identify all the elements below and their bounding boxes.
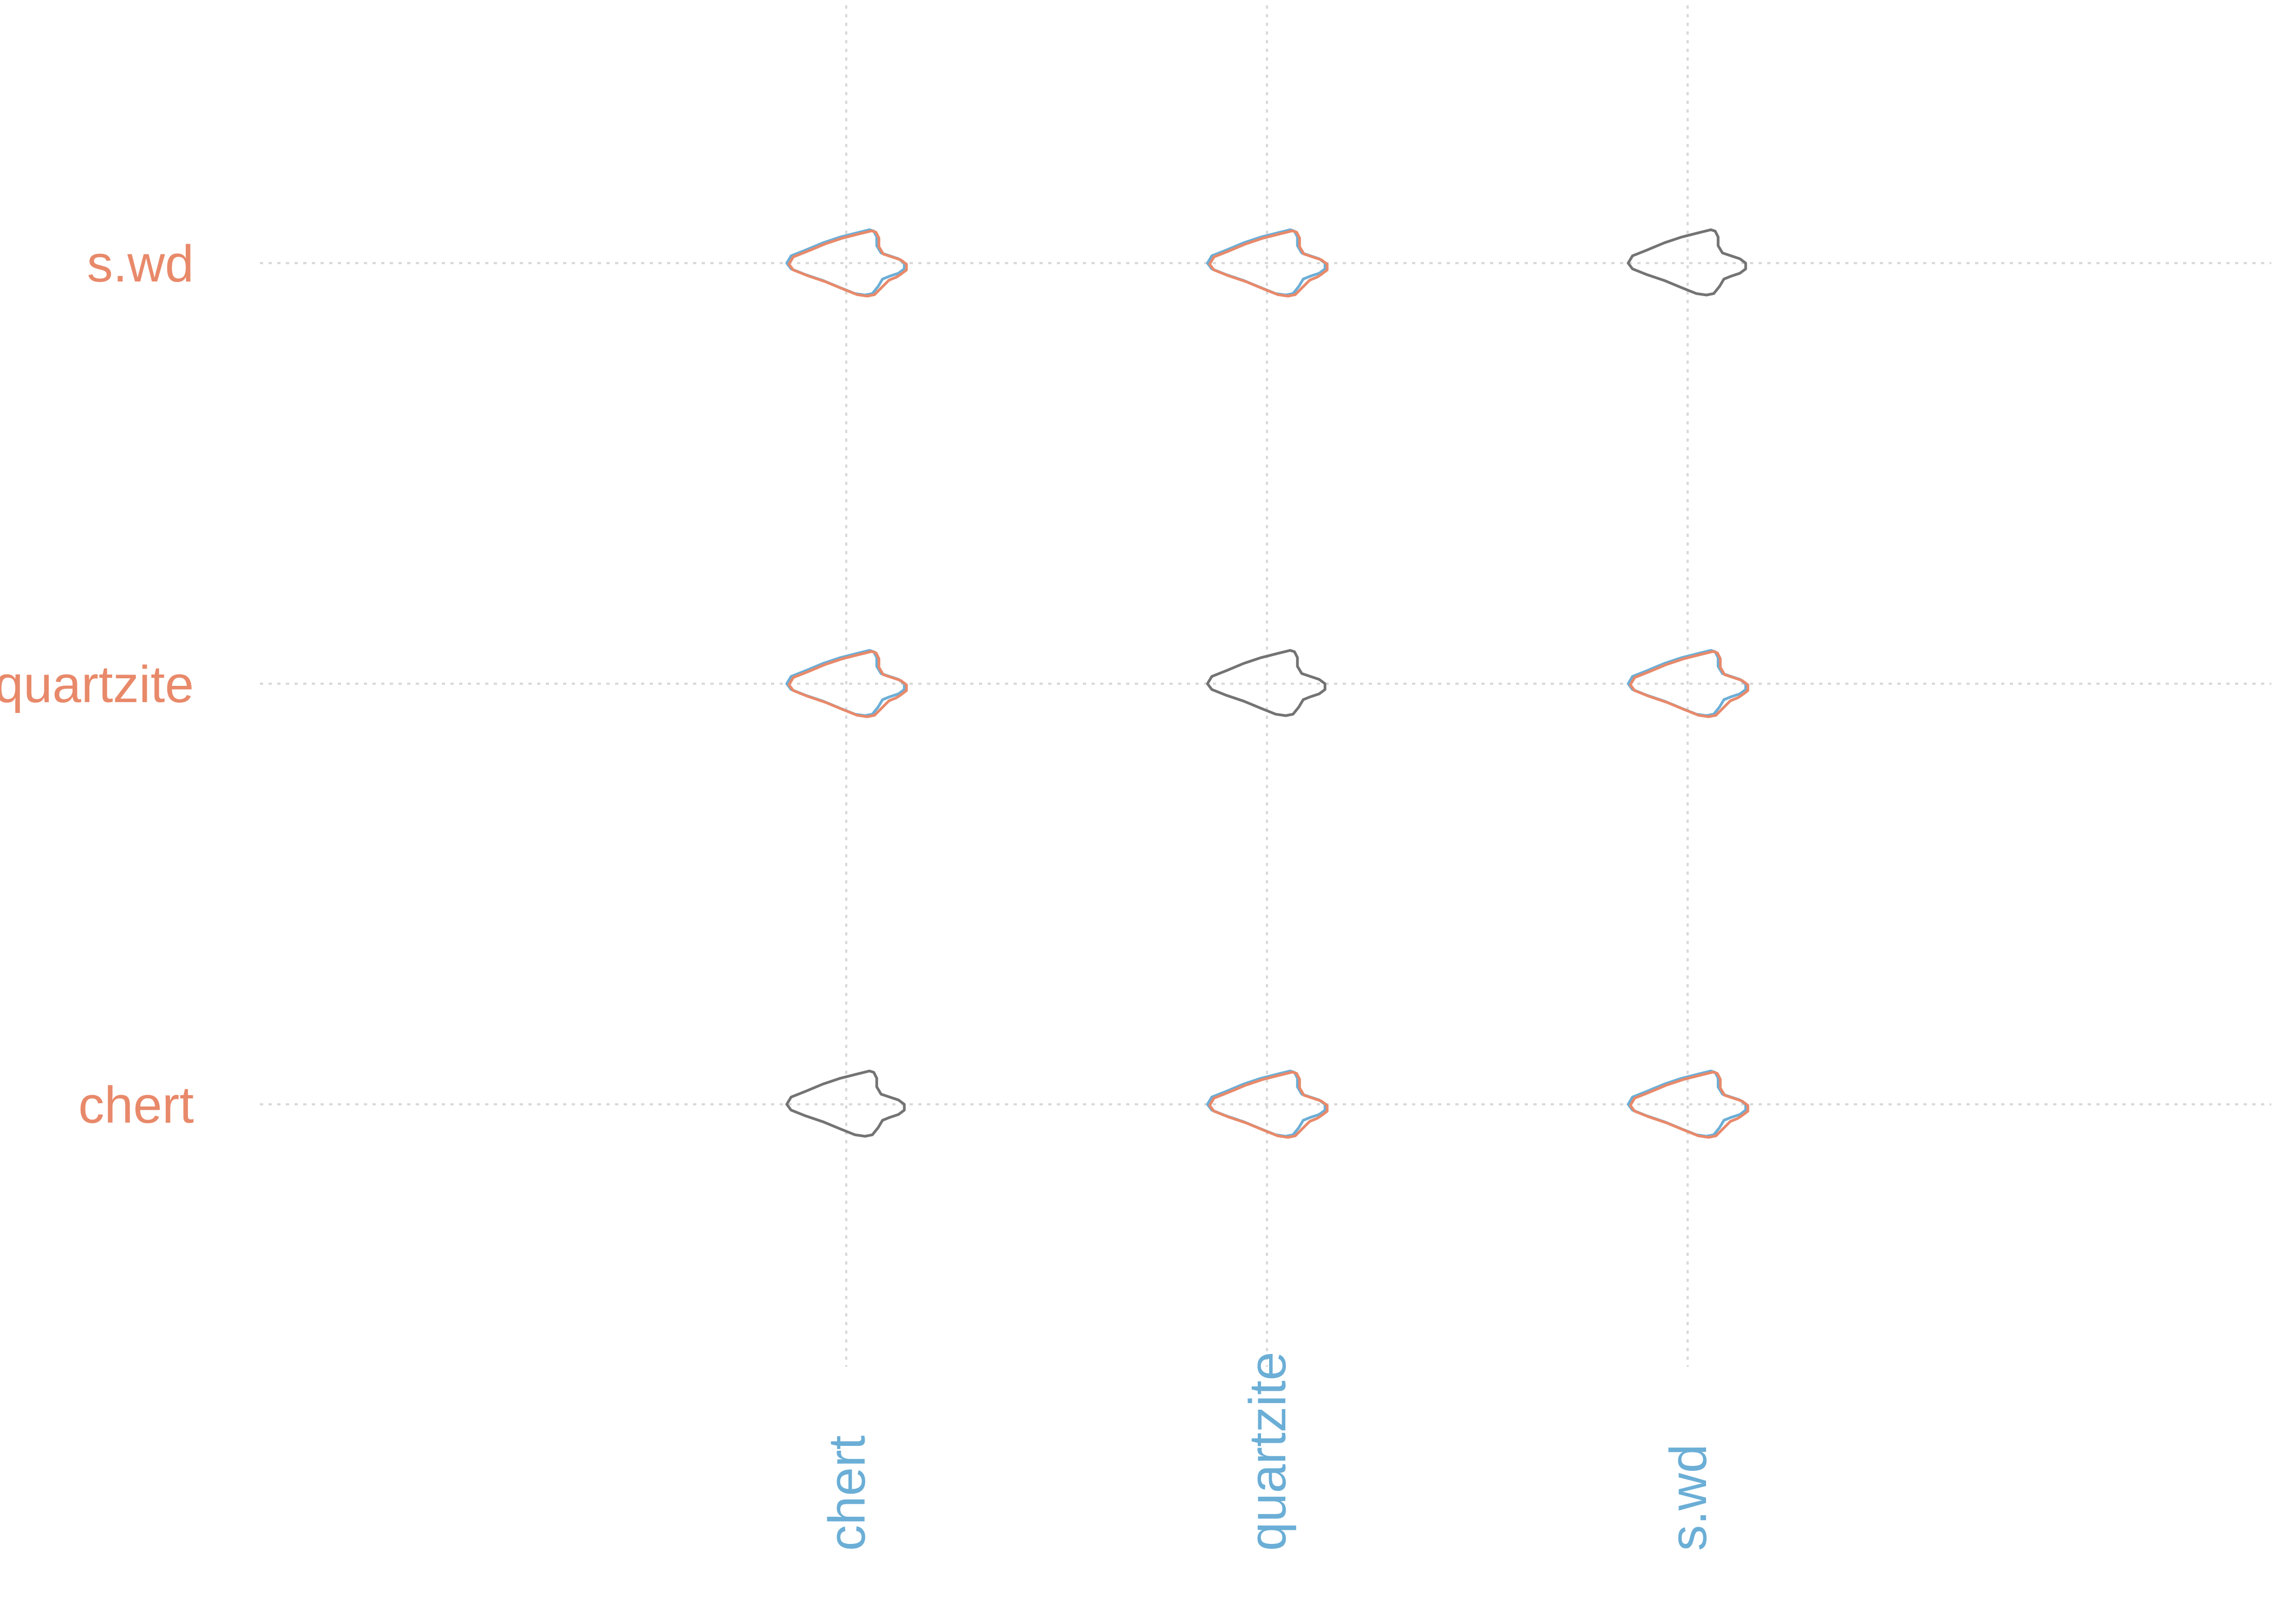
- shape-matrix-chart: s.wd quartzite chert chert quartzite s.wd: [0, 5, 2271, 1551]
- row-label: s.wd: [87, 235, 194, 293]
- row-label: quartzite: [0, 656, 194, 713]
- gridlines: [260, 5, 2271, 1367]
- column-label: chert: [818, 1436, 876, 1551]
- column-label: quartzite: [1239, 1352, 1297, 1551]
- row-label: chert: [79, 1076, 194, 1134]
- column-label: s.wd: [1659, 1444, 1717, 1551]
- axis-labels: s.wd quartzite chert chert quartzite s.wd: [0, 235, 1717, 1551]
